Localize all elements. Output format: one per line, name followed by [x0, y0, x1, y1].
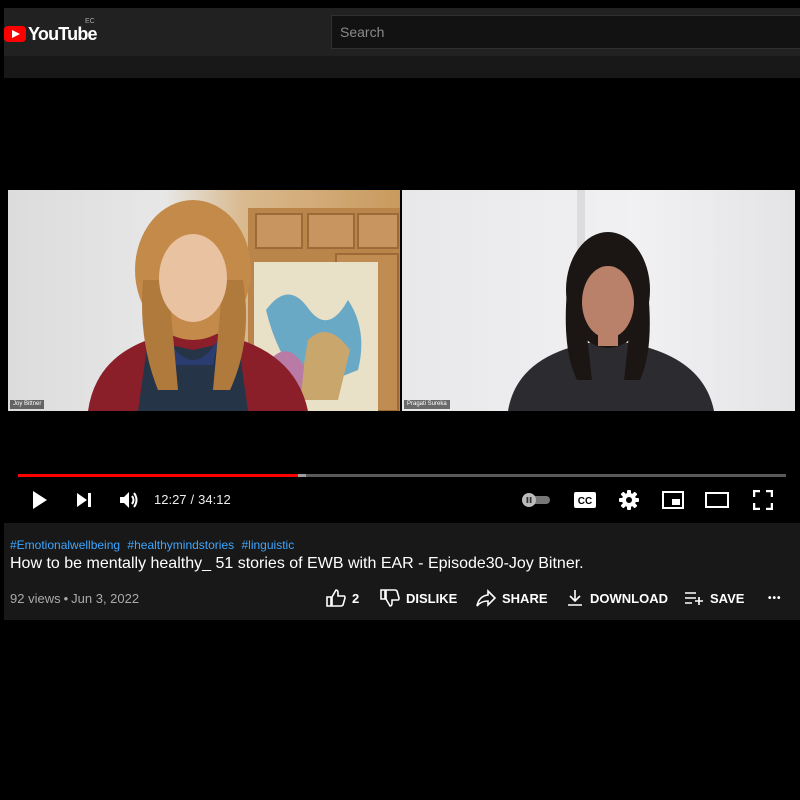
hashtag-link[interactable]: #healthymindstories [127, 538, 234, 552]
youtube-logo-icon [4, 26, 26, 42]
time-display: 12:27/34:12 [154, 492, 231, 507]
download-icon [568, 590, 582, 606]
add-to-playlist-icon [685, 592, 703, 605]
participant-video-right: Pragati Sureka [402, 190, 795, 411]
youtube-logo[interactable]: YouTube [4, 23, 98, 45]
save-label: SAVE [710, 590, 745, 606]
participant-right-image [508, 190, 714, 411]
search-input[interactable] [331, 15, 800, 49]
participant-name-right: Pragati Sureka [404, 400, 450, 409]
thumbs-up-icon [326, 589, 346, 607]
theater-icon [705, 492, 729, 508]
autoplay-toggle-icon [522, 493, 550, 507]
share-button[interactable]: SHARE [476, 588, 548, 608]
more-icon: ••• [768, 592, 782, 604]
like-count: 2 [352, 590, 360, 606]
youtube-app: YouTube EC Search Joy Bittner Pragati Su… [4, 8, 800, 620]
play-button[interactable] [28, 488, 52, 512]
logo-text: YouTube [28, 23, 98, 44]
more-actions-button[interactable]: ••• [768, 588, 782, 608]
hashtag-link[interactable]: #Emotionalwellbeing [10, 538, 120, 552]
progress-played [18, 474, 298, 477]
save-button[interactable]: SAVE [684, 588, 744, 608]
download-label: DOWNLOAD [590, 590, 668, 606]
dislike-label: DISLIKE [406, 590, 458, 606]
miniplayer-button[interactable] [660, 488, 686, 512]
volume-button[interactable] [116, 488, 142, 512]
hashtag-link[interactable]: #linguistic [242, 538, 295, 552]
next-button[interactable] [72, 488, 96, 512]
time-separator: / [190, 492, 195, 507]
progress-bar[interactable] [18, 474, 786, 477]
dislike-button[interactable]: DISLIKE [380, 588, 457, 608]
view-count: 92 views [10, 591, 61, 606]
theater-button[interactable] [704, 488, 730, 512]
fullscreen-icon [753, 490, 773, 510]
video-title: How to be mentally healthy_ 51 stories o… [10, 555, 584, 572]
volume-icon [120, 492, 138, 508]
region-code: EC [85, 18, 95, 25]
participant-video-left: Joy Bittner [8, 190, 400, 411]
play-icon [33, 491, 47, 509]
download-button[interactable]: DOWNLOAD [566, 588, 668, 608]
participant-left-image [88, 200, 400, 411]
share-icon [476, 589, 496, 607]
next-icon [77, 493, 91, 507]
captions-icon: CC [574, 492, 596, 508]
share-label: SHARE [502, 590, 548, 606]
like-button[interactable]: 2 [326, 588, 359, 608]
upload-date: Jun 3, 2022 [71, 591, 140, 606]
autoplay-toggle[interactable] [519, 488, 553, 512]
svg-text:CC: CC [578, 496, 592, 507]
hashtag-row: #Emotionalwellbeing #healthymindstories … [10, 538, 298, 552]
settings-button[interactable] [616, 488, 642, 512]
participant-name-left: Joy Bittner [10, 400, 45, 409]
video-player[interactable]: Joy Bittner Pragati Sureka 12:27 / 34:12… [4, 78, 800, 523]
current-time: 12:27 [154, 492, 187, 507]
settings-icon [619, 490, 639, 510]
video-meta: 92 views • Jun 3, 2022 [10, 591, 140, 606]
miniplayer-icon [662, 491, 684, 509]
captions-button[interactable]: CC [572, 488, 598, 512]
duration: 34:12 [198, 492, 231, 507]
thumbs-down-icon [380, 589, 400, 607]
masthead: YouTube EC [4, 8, 800, 56]
fullscreen-button[interactable] [750, 488, 776, 512]
